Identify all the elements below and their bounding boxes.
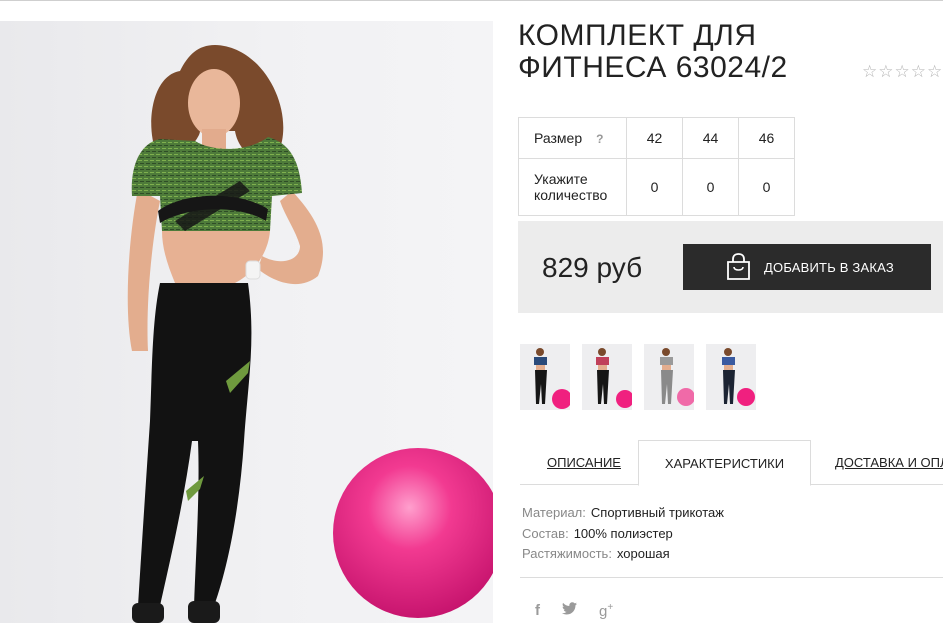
spec-key: Состав: — [522, 525, 569, 541]
thumbnail-image — [596, 348, 632, 408]
product-thumbnail[interactable] — [706, 344, 756, 410]
characteristics-list: Материал: Спортивный трикотаж Состав: 100%… — [522, 503, 724, 565]
product-thumbnail[interactable] — [582, 344, 632, 410]
add-to-order-button[interactable]: ДОБАВИТЬ В ЗАКАЗ — [683, 244, 931, 290]
star-icon[interactable]: ☆ — [862, 63, 877, 81]
product-thumbnail[interactable] — [644, 344, 694, 410]
spec-row: Растяжимость: хорошая — [522, 544, 724, 565]
star-icon[interactable]: ☆ — [878, 63, 893, 81]
fitness-ball — [333, 448, 493, 618]
social-share: f g+ — [535, 602, 613, 620]
tab-characteristics-label: ХАРАКТЕРИСТИКИ — [664, 456, 785, 471]
star-icon[interactable]: ☆ — [927, 63, 942, 81]
thumbnail-image — [722, 348, 755, 406]
price-bar: 829 руб ДОБАВИТЬ В ЗАКАЗ — [518, 221, 943, 313]
spec-key: Растяжимость: — [522, 546, 612, 561]
shopping-bag-icon — [727, 253, 750, 280]
quantity-input[interactable]: 0 — [738, 158, 795, 216]
spec-value: 100% полиэстер — [573, 525, 673, 541]
add-to-order-label: ДОБАВИТЬ В ЗАКАЗ — [764, 259, 894, 275]
product-thumbnail[interactable] — [520, 344, 570, 410]
product-photo-illustration — [127, 45, 493, 623]
quantity-input[interactable]: 0 — [626, 158, 683, 216]
size-option: 44 — [682, 117, 739, 159]
thumbnail-image — [534, 348, 570, 409]
size-option: 46 — [738, 117, 795, 159]
spec-row: Материал: Спортивный трикотаж — [522, 503, 724, 524]
google-plus-icon[interactable]: g+ — [599, 602, 613, 620]
facebook-icon[interactable]: f — [535, 602, 540, 620]
quantity-input[interactable]: 0 — [682, 158, 739, 216]
info-tabs: ОПИСАНИЕ ХАРАКТЕРИСТИКИ ДОСТАВКА И ОПЛАТ… — [520, 440, 943, 486]
quantity-label: Укажите количество — [518, 158, 627, 216]
product-main-photo[interactable] — [0, 21, 493, 623]
product-title: КОМПЛЕКТ ДЛЯ ФИТНЕСА 63024/2 — [518, 19, 788, 84]
size-option: 42 — [626, 117, 683, 159]
thumbnail-image — [660, 348, 694, 406]
star-icon[interactable]: ☆ — [895, 63, 910, 81]
rating-stars[interactable]: ☆ ☆ ☆ ☆ ☆ — [862, 63, 942, 81]
spec-key: Материал: — [522, 505, 586, 520]
tab-description[interactable]: ОПИСАНИЕ — [547, 440, 621, 485]
size-label-cell: Размер? — [518, 117, 627, 159]
twitter-icon[interactable] — [562, 602, 577, 620]
thumbnail-gallery — [520, 344, 756, 410]
spec-value: хорошая — [616, 546, 670, 561]
size-label: Размер — [534, 130, 583, 146]
tab-delivery-payment-label: ДОСТАВКА И ОПЛАТА — [835, 455, 943, 470]
spec-value: Спортивный трикотаж — [590, 505, 724, 520]
star-icon[interactable]: ☆ — [911, 63, 926, 81]
size-help-icon[interactable]: ? — [596, 132, 603, 146]
top-border — [0, 0, 943, 1]
tab-delivery-payment[interactable]: ДОСТАВКА И ОПЛАТА — [835, 440, 943, 485]
size-quantity-table: Размер? 42 44 46 Укажите количество 0 0 … — [518, 117, 795, 216]
tab-characteristics[interactable]: ХАРАКТЕРИСТИКИ — [638, 440, 811, 486]
section-divider — [520, 577, 943, 578]
tab-description-label: ОПИСАНИЕ — [547, 455, 621, 470]
spec-row: Состав: 100% полиэстер — [522, 524, 724, 545]
price-value: 829 руб — [542, 252, 643, 283]
